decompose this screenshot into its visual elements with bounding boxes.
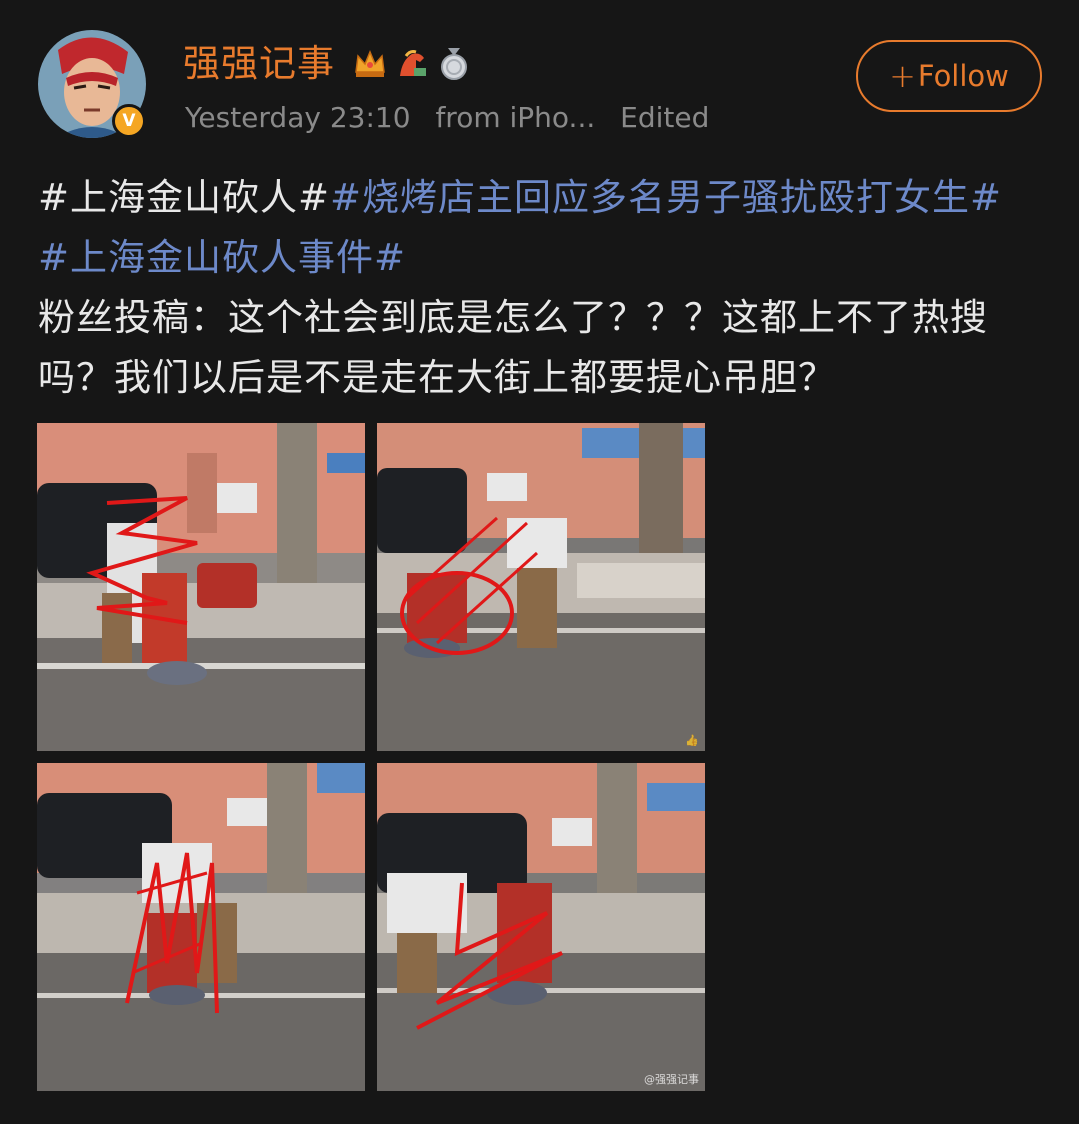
- post-image[interactable]: @强强记事: [377, 763, 705, 1091]
- verified-badge-icon: V: [112, 104, 146, 138]
- weibo-post: V 强强记事 Yesterday 23:10 from iPho... Edit…: [0, 0, 1079, 1124]
- hashtag-link[interactable]: #上海金山砍人#: [38, 176, 330, 219]
- post-content: #上海金山砍人##烧烤店主回应多名男子骚扰殴打女生# #上海金山砍人事件# 粉丝…: [38, 168, 1038, 408]
- hashtag-link[interactable]: #上海金山砍人事件#: [38, 236, 406, 279]
- medal-badge-icon[interactable]: [436, 46, 472, 82]
- hashtag-link[interactable]: #烧烤店主回应多名男子骚扰殴打女生#: [330, 176, 1002, 219]
- street-scene-image: [37, 763, 365, 1091]
- horse-badge-icon[interactable]: [394, 46, 430, 82]
- image-watermark: @强强记事: [644, 1073, 699, 1086]
- user-badges: [352, 44, 472, 84]
- follow-label: Follow: [917, 59, 1009, 93]
- post-timestamp: Yesterday 23:10: [185, 101, 411, 134]
- post-meta: Yesterday 23:10 from iPho... Edited: [185, 98, 725, 138]
- username[interactable]: 强强记事: [183, 40, 335, 88]
- post-image[interactable]: 👍: [377, 423, 705, 751]
- like-icon: 👍: [685, 734, 699, 747]
- follow-button[interactable]: + Follow: [856, 40, 1042, 112]
- street-scene-image: [37, 423, 365, 751]
- post-image[interactable]: [37, 763, 365, 1091]
- crown-badge-icon[interactable]: [352, 46, 388, 82]
- edited-label[interactable]: Edited: [620, 101, 709, 134]
- street-scene-image: [377, 763, 705, 1091]
- post-image[interactable]: [37, 423, 365, 751]
- post-source[interactable]: from iPho...: [435, 101, 595, 134]
- plus-icon: +: [889, 57, 916, 95]
- image-grid: 👍 @强强记事: [37, 423, 705, 1091]
- post-body-text: 粉丝投稿：这个社会到底是怎么了？？？这都上不了热搜吗？我们以后是不是走在大街上都…: [38, 296, 988, 399]
- street-scene-image: [377, 423, 705, 751]
